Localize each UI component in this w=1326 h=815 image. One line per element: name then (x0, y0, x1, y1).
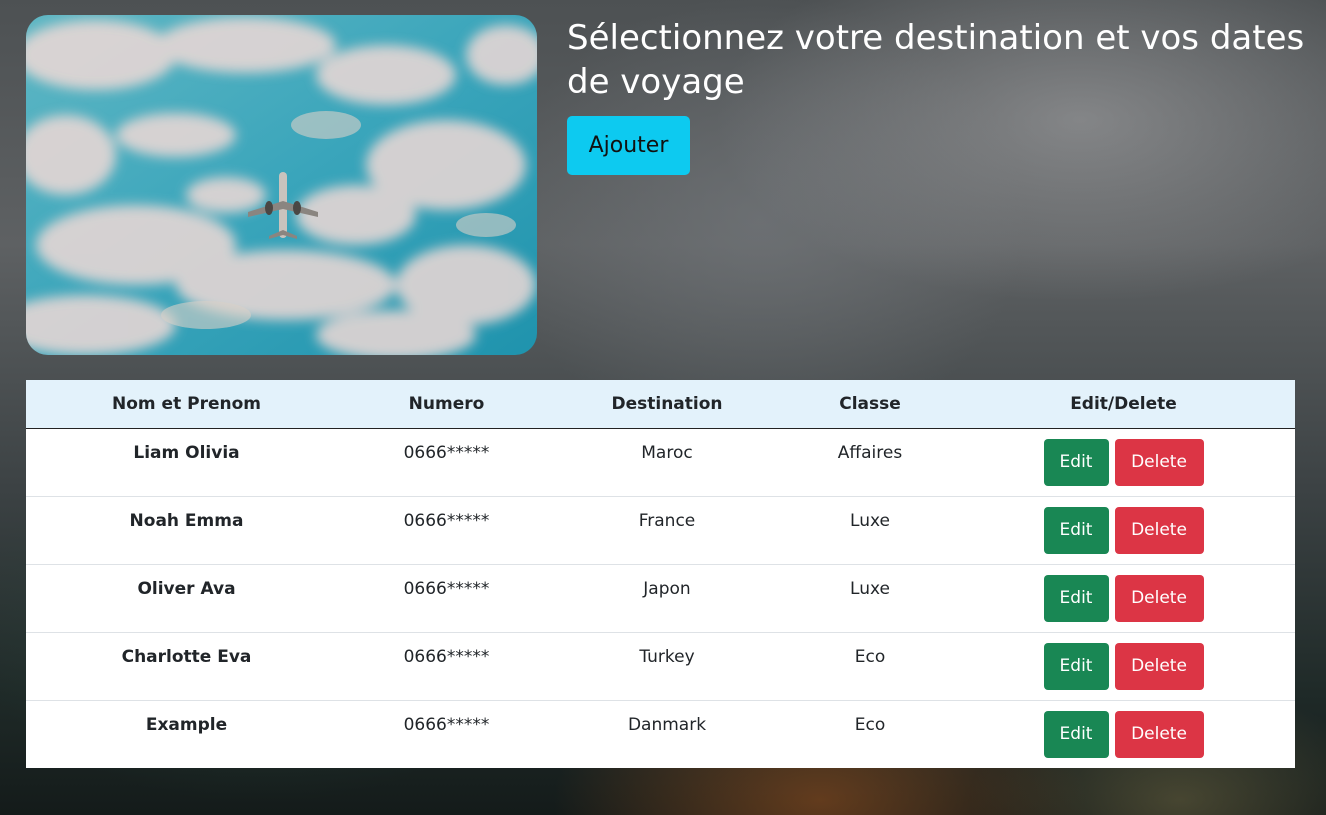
edit-button[interactable]: Edit (1043, 506, 1109, 554)
column-header-name: Nom et Prenom (26, 380, 347, 429)
cell-name: Charlotte Eva (121, 646, 252, 667)
reservations-table: Nom et Prenom Numero Destination Classe … (26, 380, 1295, 768)
cell-actions: Edit Delete (952, 700, 1295, 768)
cell-actions: Edit Delete (952, 496, 1295, 564)
page-title: Sélectionnez votre destination et vos da… (567, 18, 1305, 102)
cell-name: Liam Olivia (133, 442, 240, 463)
cell-actions: Edit Delete (952, 428, 1295, 496)
edit-button[interactable]: Edit (1043, 642, 1109, 690)
column-header-actions: Edit/Delete (952, 380, 1295, 429)
edit-button[interactable]: Edit (1043, 574, 1109, 622)
cell-actions: Edit Delete (952, 564, 1295, 632)
column-header-destination: Destination (546, 380, 788, 429)
delete-button[interactable]: Delete (1114, 438, 1204, 486)
add-button[interactable]: Ajouter (567, 116, 690, 175)
cell-destination: France (638, 510, 696, 531)
cell-numero: 0666***** (403, 646, 490, 667)
cell-classe: Eco (854, 714, 886, 735)
delete-button[interactable]: Delete (1114, 642, 1204, 690)
table-row: Oliver Ava 0666***** Japon Luxe Edit Dele… (26, 564, 1295, 632)
cell-destination: Turkey (639, 646, 695, 667)
cell-destination: Danmark (627, 714, 707, 735)
cell-classe: Affaires (837, 442, 903, 463)
cell-numero: 0666***** (403, 510, 490, 531)
cell-actions: Edit Delete (952, 632, 1295, 700)
cell-numero: 0666***** (403, 714, 490, 735)
table-row: Liam Olivia 0666***** Maroc Affaires Edi… (26, 428, 1295, 496)
delete-button[interactable]: Delete (1114, 506, 1204, 554)
cell-classe: Luxe (850, 578, 890, 599)
cell-name: Example (145, 714, 228, 735)
cell-numero: 0666***** (403, 442, 490, 463)
table-header-row: Nom et Prenom Numero Destination Classe … (26, 380, 1295, 429)
delete-button[interactable]: Delete (1114, 574, 1204, 622)
cell-numero: 0666***** (403, 578, 490, 599)
cell-destination: Japon (643, 578, 691, 599)
cell-destination: Maroc (641, 442, 693, 463)
cell-name: Noah Emma (129, 510, 244, 531)
cell-classe: Eco (854, 646, 886, 667)
edit-button[interactable]: Edit (1043, 710, 1109, 758)
table-row: Charlotte Eva 0666***** Turkey Eco Edit D… (26, 632, 1295, 700)
column-header-numero: Numero (347, 380, 546, 429)
hero-airplane-image (26, 15, 537, 355)
table-row: Noah Emma 0666***** France Luxe Edit Dele… (26, 496, 1295, 564)
cell-classe: Luxe (850, 510, 890, 531)
table-row: Example 0666***** Danmark Eco Edit Delete (26, 700, 1295, 768)
delete-button[interactable]: Delete (1114, 710, 1204, 758)
edit-button[interactable]: Edit (1043, 438, 1109, 486)
column-header-classe: Classe (788, 380, 952, 429)
cell-name: Oliver Ava (137, 578, 236, 599)
